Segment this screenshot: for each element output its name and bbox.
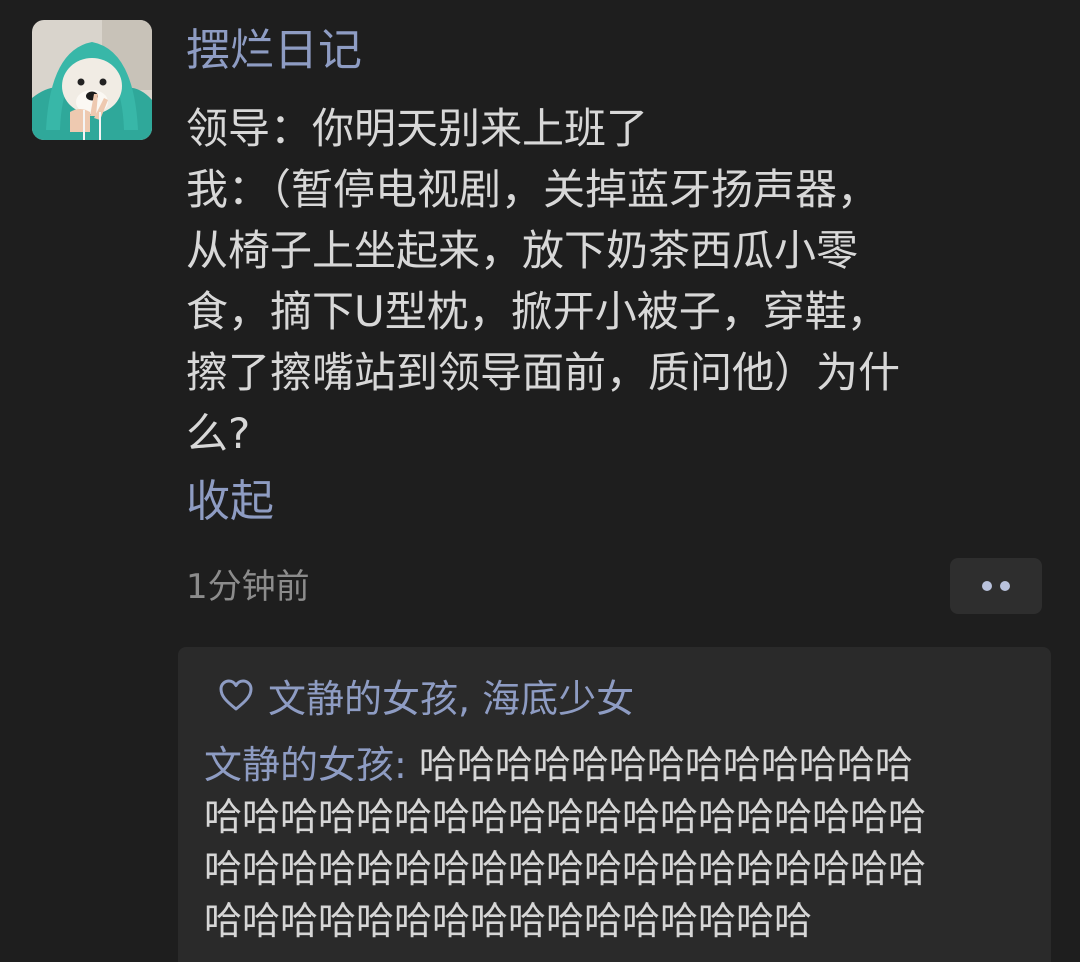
interactions-panel: 文静的女孩, 海底少女 文静的女孩: 哈哈哈哈哈哈哈哈哈哈哈哈哈 哈哈哈哈哈哈哈… xyxy=(178,647,1051,962)
post-body-line: 我：（暂停电视剧，关掉蓝牙扬声器， xyxy=(186,165,880,214)
more-actions-button[interactable] xyxy=(950,558,1042,614)
post-author-name[interactable]: 摆烂日记 xyxy=(186,22,362,80)
post-body-line: 擦了擦嘴站到领导面前，质问他）为什 xyxy=(186,348,901,397)
post-body-line: 么? xyxy=(186,409,251,458)
comment-text-line: 哈哈哈哈哈哈哈哈哈哈哈哈哈哈哈哈哈哈哈 xyxy=(204,795,927,839)
comment-author[interactable]: 文静的女孩 xyxy=(204,743,394,787)
comment-first-line: 文静的女孩: 哈哈哈哈哈哈哈哈哈哈哈哈哈 xyxy=(204,739,1039,791)
heart-icon xyxy=(219,679,253,711)
more-dots-icon xyxy=(982,581,992,591)
post-body-line: 食，摘下U型枕，掀开小被子，穿鞋， xyxy=(186,287,889,336)
avatar[interactable] xyxy=(32,20,152,140)
post-body: 领导：你明天别来上班了 我：（暂停电视剧，关掉蓝牙扬声器， 从椅子上坐起来，放下… xyxy=(186,98,1046,464)
post-body-line: 从椅子上坐起来，放下奶茶西瓜小零 xyxy=(186,226,859,275)
more-dots-icon xyxy=(1000,581,1010,591)
comment-text-line: 哈哈哈哈哈哈哈哈哈哈哈哈哈哈哈哈哈哈哈 xyxy=(204,847,927,891)
comment[interactable]: 文静的女孩: 哈哈哈哈哈哈哈哈哈哈哈哈哈 哈哈哈哈哈哈哈哈哈哈哈哈哈哈哈哈哈哈哈… xyxy=(204,739,1039,947)
likes-row: 文静的女孩, 海底少女 xyxy=(218,669,634,721)
post-timestamp: 1分钟前 xyxy=(186,567,310,607)
comment-separator: : xyxy=(394,743,419,787)
likes-names[interactable]: 文静的女孩, 海底少女 xyxy=(268,668,634,723)
comment-text-line: 哈哈哈哈哈哈哈哈哈哈哈哈哈哈哈哈 xyxy=(204,899,813,943)
comment-text: 哈哈哈哈哈哈哈哈哈哈哈哈哈 xyxy=(418,743,913,787)
post-body-line: 领导：你明天别来上班了 xyxy=(186,104,649,153)
collapse-link[interactable]: 收起 xyxy=(186,472,274,532)
avatar-dog-image xyxy=(32,20,152,140)
